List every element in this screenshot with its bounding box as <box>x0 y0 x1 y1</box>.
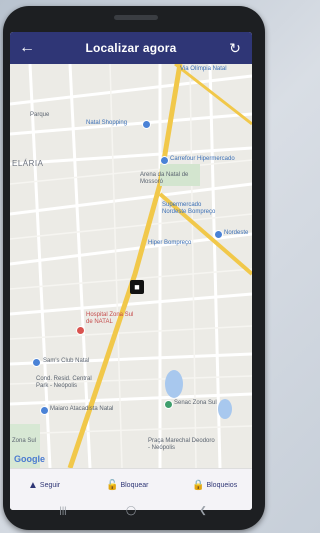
refresh-icon[interactable]: ↻ <box>226 38 244 58</box>
map-pin-icon[interactable] <box>32 358 41 367</box>
map-label-hospital: Hospital Zona Sul de NATAL <box>86 312 134 325</box>
map-pin-icon[interactable] <box>164 400 173 409</box>
map-label-parque: Parque <box>30 112 50 118</box>
home-icon[interactable]: ◯ <box>124 503 138 517</box>
map-label-praca: Praça Marechal Deodoro - Neópolis <box>148 438 215 451</box>
follow-button[interactable]: ▲ Seguir <box>28 479 60 493</box>
map-label-cond: Cond. Resid. Central Park - Neópolis <box>36 376 92 389</box>
page-title: Localizar agora <box>85 41 177 55</box>
back-nav-icon[interactable]: ❮ <box>196 503 210 517</box>
map-label-nordeste: Nordeste <box>224 230 249 236</box>
map-pin-icon[interactable] <box>142 120 151 129</box>
google-logo: Google <box>14 454 45 464</box>
back-icon[interactable]: ← <box>18 38 36 58</box>
map-label-sams: Sam's Club Natal <box>43 358 90 364</box>
lock-icon: 🔒 <box>192 480 205 491</box>
map-label-supermercado: Supermercado Nordeste Bompreço <box>162 202 216 215</box>
map-pin-icon[interactable] <box>214 230 223 239</box>
vehicle-marker-icon[interactable]: ■ <box>130 280 144 294</box>
block-button[interactable]: 🔓 Bloquear <box>106 479 148 493</box>
map-label-via-olimpica: Via Olímpia Natal <box>180 66 227 72</box>
android-nav-bar: ||| ◯ ❮ <box>10 498 252 522</box>
map-label-hiper-bompreco: Hiper Bompreço <box>148 240 192 246</box>
map-pin-icon[interactable] <box>40 406 49 415</box>
map-label-maiaro: Maiaro Atacadista Natal <box>50 406 114 412</box>
app-screen: ← Localizar agora ↻ ELÁRIA Parque Via Ol… <box>10 32 252 510</box>
map-label-senac: Senac Zona Sul <box>174 400 217 406</box>
phone-speaker <box>114 15 158 20</box>
map-pin-icon[interactable] <box>160 156 169 165</box>
map-view[interactable]: ELÁRIA Parque Via Olímpia Natal Natal Sh… <box>10 64 252 468</box>
map-label-natal-shopping: Natal Shopping <box>86 120 128 126</box>
map-label-carrefour: Carrefour Hipermercado <box>170 156 235 162</box>
map-label-arena: Arena da Natal de Mossoró <box>140 172 189 185</box>
hospital-pin-icon[interactable] <box>76 326 85 335</box>
recent-apps-icon[interactable]: ||| <box>56 503 70 517</box>
map-area-label: ELÁRIA <box>12 159 44 168</box>
app-header: ← Localizar agora ↻ <box>10 32 252 64</box>
unlock-icon: 🔓 <box>106 480 119 491</box>
map-label-zona: Zona Sul <box>12 438 37 444</box>
blocked-list-button[interactable]: 🔒 Bloqueios <box>192 479 237 493</box>
navigation-arrow-icon: ▲ <box>28 480 38 491</box>
